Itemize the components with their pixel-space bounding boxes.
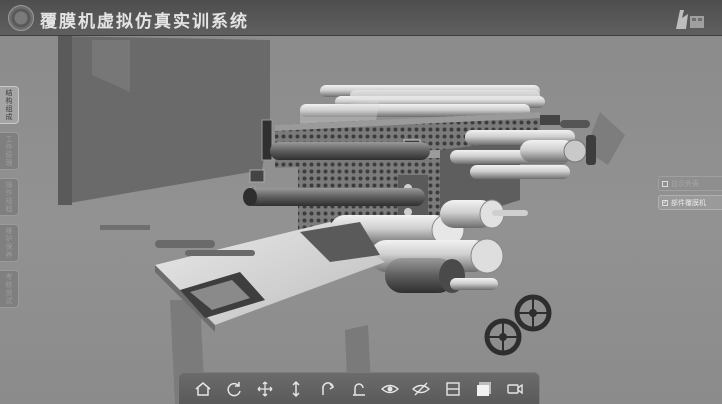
eye-icon	[381, 384, 400, 393]
show-shell-toggle[interactable]: 显示外壳	[658, 176, 722, 191]
hide-button[interactable]	[410, 378, 432, 400]
checkbox-checked[interactable]: ✓	[662, 199, 668, 206]
move-icon	[257, 381, 273, 396]
side-tab-label: 工作原理	[5, 135, 13, 167]
home-button[interactable]	[192, 378, 214, 400]
camera-button[interactable]	[504, 378, 526, 400]
handwheel	[514, 294, 552, 332]
home-icon	[195, 381, 211, 396]
reset-button[interactable]	[348, 378, 370, 400]
laminator-parts-toggle[interactable]: ✓ 部件覆膜机	[658, 195, 722, 210]
side-tab-label: 操作规程	[5, 181, 13, 213]
checkbox[interactable]	[662, 180, 668, 187]
vertical-move-button[interactable]	[285, 378, 307, 400]
side-tab-label: 结构组成	[5, 89, 13, 121]
undo-icon	[321, 381, 334, 395]
side-tab-procedure[interactable]: 操作规程	[0, 178, 19, 216]
unwind-roller-group	[450, 130, 596, 179]
brand-logo-icon	[676, 10, 704, 29]
reset-icon	[352, 382, 365, 396]
display-options-panel: 显示外壳 ✓ 部件覆膜机	[658, 176, 722, 214]
view-toolbar	[178, 372, 540, 404]
machine-frame-panel	[58, 36, 270, 205]
camera-icon	[507, 383, 523, 394]
option-label: 部件覆膜机	[671, 198, 706, 207]
split-view-button[interactable]	[442, 378, 464, 400]
split-view-icon	[446, 381, 460, 396]
pan-button[interactable]	[254, 378, 276, 400]
option-label: 显示外壳	[671, 179, 699, 188]
rotate-icon	[227, 381, 241, 396]
side-tab-structure[interactable]: 结构组成	[0, 86, 19, 124]
side-tab-label: 考核测试	[5, 273, 13, 305]
handwheel	[484, 318, 522, 356]
fullscreen-button[interactable]	[473, 378, 495, 400]
laminating-machine-model[interactable]	[0, 0, 722, 404]
rotate-button[interactable]	[223, 378, 245, 400]
vertical-move-icon	[292, 380, 300, 397]
side-tab-maintenance[interactable]: 维护保养	[0, 224, 19, 262]
control-switch	[261, 119, 273, 161]
eye-off-icon	[412, 382, 431, 395]
app-title: 覆膜机虚拟仿真实训系统	[40, 12, 249, 32]
side-tab-principle[interactable]: 工作原理	[0, 132, 19, 170]
fullscreen-icon	[477, 381, 492, 396]
show-button[interactable]	[379, 378, 401, 400]
scene-viewport[interactable]	[0, 0, 722, 404]
side-tab-assessment[interactable]: 考核测试	[0, 270, 19, 308]
side-nav: 结构组成 工作原理 操作规程 维护保养 考核测试	[0, 86, 20, 316]
app-logo	[8, 5, 34, 31]
undo-button[interactable]	[317, 378, 339, 400]
title-bar: 覆膜机虚拟仿真实训系统	[0, 0, 722, 36]
side-tab-label: 维护保养	[5, 227, 13, 259]
